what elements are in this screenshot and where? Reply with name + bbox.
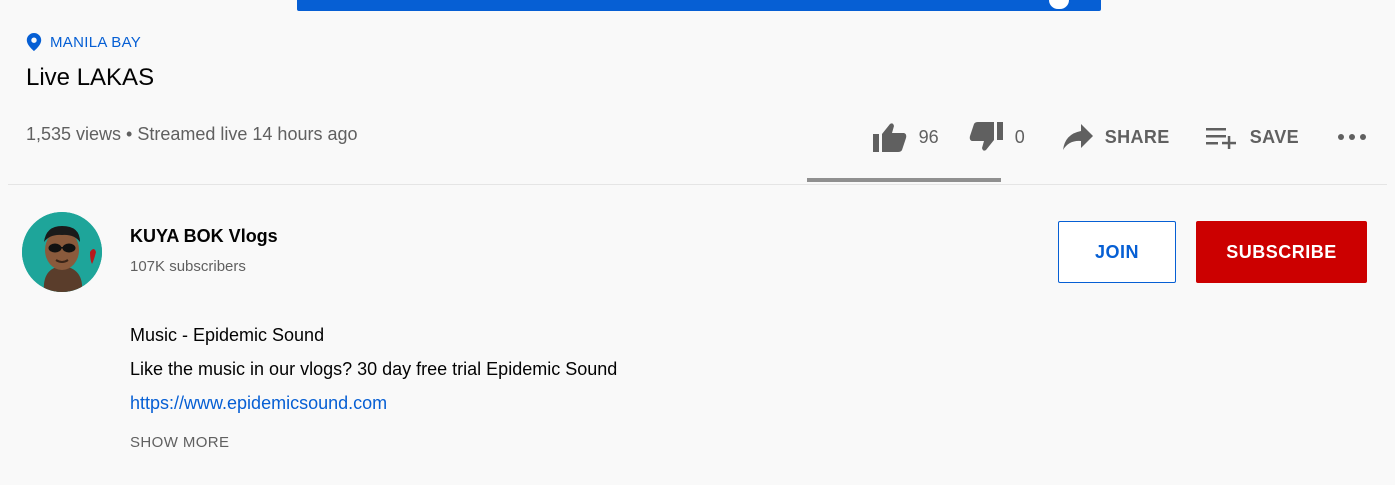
join-button[interactable]: JOIN <box>1058 221 1176 283</box>
action-bar: 96 0 SHARE SAVE <box>872 117 1367 157</box>
share-label: SHARE <box>1104 126 1170 147</box>
channel-name[interactable]: KUYA BOK Vlogs <box>130 226 278 247</box>
show-more-button[interactable]: SHOW MORE <box>130 434 229 451</box>
description-line: Like the music in our vlogs? 30 day free… <box>130 359 618 379</box>
description-line: Music - Epidemic Sound <box>130 325 325 345</box>
playlist-add-icon <box>1205 125 1238 149</box>
description-link[interactable]: https://www.epidemicsound.com <box>130 386 617 420</box>
video-title: Live LAKAS <box>26 64 155 91</box>
save-button[interactable]: SAVE <box>1205 125 1299 149</box>
share-arrow-icon <box>1062 124 1093 150</box>
banner-edge <box>1047 0 1071 11</box>
more-horizontal-icon <box>1337 133 1367 141</box>
more-actions-button[interactable] <box>1337 133 1367 141</box>
top-banner <box>297 0 1101 11</box>
dislike-count: 0 <box>1014 126 1025 147</box>
subscriber-count: 107K subscribers <box>130 258 246 275</box>
avatar[interactable] <box>22 212 102 292</box>
save-label: SAVE <box>1249 126 1299 147</box>
video-info-panel: MANILA BAY Live LAKAS 1,535 views • Stre… <box>0 0 1395 485</box>
channel-avatar-image <box>22 212 102 292</box>
divider <box>8 184 1387 185</box>
location-text[interactable]: MANILA BAY <box>50 34 141 51</box>
thumbs-down-icon <box>969 122 1003 152</box>
thumbs-up-icon <box>872 122 907 152</box>
like-count: 96 <box>918 126 939 147</box>
like-ratio-fill <box>807 178 1001 182</box>
share-button[interactable]: SHARE <box>1062 124 1170 150</box>
like-button[interactable]: 96 <box>872 122 939 152</box>
video-description: Music - Epidemic Sound Like the music in… <box>130 318 617 420</box>
subscribe-button[interactable]: SUBSCRIBE <box>1196 221 1367 283</box>
location-pin-icon <box>26 33 42 51</box>
like-dislike-ratio-bar <box>807 178 1001 182</box>
dislike-button[interactable]: 0 <box>969 122 1025 152</box>
location-link[interactable]: MANILA BAY <box>26 33 141 51</box>
video-meta: 1,535 views • Streamed live 14 hours ago <box>26 124 358 144</box>
